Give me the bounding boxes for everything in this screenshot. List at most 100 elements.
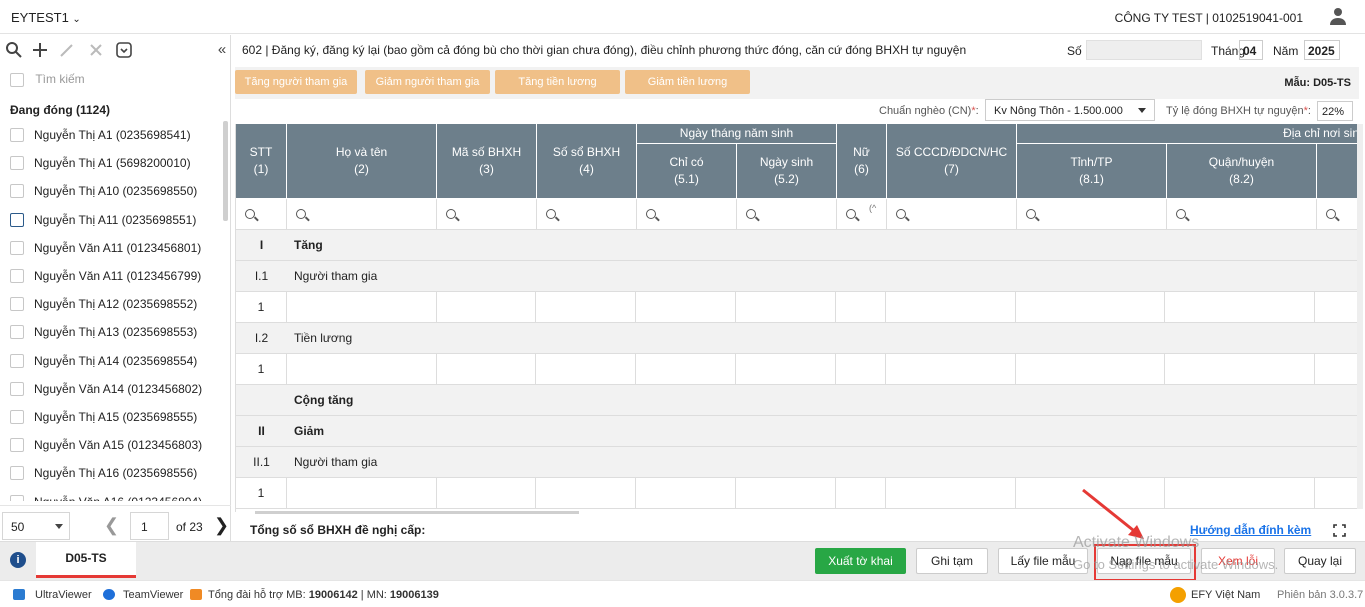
- filter-cell[interactable]: [1017, 199, 1167, 230]
- list-item[interactable]: Nguyễn Thị A10 (0235698550): [0, 177, 222, 205]
- info-icon[interactable]: i: [10, 552, 26, 568]
- table-cell[interactable]: [836, 292, 886, 322]
- table-cell[interactable]: [736, 292, 836, 322]
- filter-cell[interactable]: [637, 199, 737, 230]
- table-cell[interactable]: [886, 478, 1016, 508]
- page-size-select[interactable]: 50: [2, 512, 70, 540]
- table-row[interactable]: 1: [236, 292, 1359, 323]
- list-item[interactable]: Nguyễn Văn A16 (0123456804): [0, 487, 222, 501]
- filter-cell[interactable]: [537, 199, 637, 230]
- table-cell[interactable]: [1315, 478, 1359, 508]
- row-checkbox[interactable]: [10, 325, 24, 340]
- table-cell[interactable]: [836, 354, 886, 384]
- table-row[interactable]: I.2 Tiền lương: [236, 323, 1359, 354]
- guide-link[interactable]: Hướng dẫn đính kèm: [1190, 523, 1311, 537]
- table-cell[interactable]: [836, 478, 886, 508]
- row-checkbox[interactable]: [10, 128, 24, 143]
- table-cell[interactable]: [736, 478, 836, 508]
- table-cell[interactable]: [636, 354, 737, 384]
- filter-cell[interactable]: (^: [837, 199, 887, 230]
- list-item[interactable]: Nguyễn Thị A1 (0235698541): [0, 121, 222, 149]
- row-checkbox[interactable]: [10, 381, 24, 396]
- table-cell[interactable]: [1315, 354, 1359, 384]
- select-all-checkbox[interactable]: [10, 72, 24, 87]
- table-row[interactable]: I Tăng: [236, 230, 1359, 261]
- list-item[interactable]: Nguyễn Thị A1 (5698200010): [0, 149, 222, 177]
- add-participant-button[interactable]: Tăng người tham gia: [235, 70, 357, 94]
- table-cell[interactable]: [1016, 292, 1166, 322]
- table-cell[interactable]: [437, 292, 537, 322]
- table-row[interactable]: 1: [236, 478, 1359, 509]
- decrease-salary-button[interactable]: Giảm tiền lương: [625, 70, 750, 94]
- table-cell[interactable]: [536, 478, 637, 508]
- table-cell[interactable]: [886, 292, 1016, 322]
- table-cell[interactable]: [287, 478, 437, 508]
- user-icon[interactable]: [1328, 6, 1348, 26]
- so-input[interactable]: [1086, 40, 1202, 60]
- row-checkbox[interactable]: [10, 438, 24, 453]
- row-checkbox[interactable]: [10, 297, 24, 312]
- table-cell[interactable]: [1016, 354, 1166, 384]
- table-cell[interactable]: [736, 354, 836, 384]
- row-checkbox[interactable]: [10, 269, 24, 284]
- table-cell[interactable]: [437, 354, 537, 384]
- row-checkbox[interactable]: [10, 212, 24, 227]
- table-cell[interactable]: [1315, 292, 1359, 322]
- edit-icon[interactable]: [58, 41, 76, 59]
- save-draft-button[interactable]: Ghi tạm: [916, 548, 988, 574]
- horizontal-scrollbar[interactable]: [255, 511, 579, 514]
- thang-input[interactable]: 04: [1239, 40, 1263, 60]
- page-input[interactable]: 1: [130, 512, 169, 540]
- app-switcher[interactable]: EYTEST1 ⌄: [11, 10, 81, 25]
- list-item[interactable]: Nguyễn Văn A15 (0123456803): [0, 431, 222, 459]
- delete-icon[interactable]: [87, 41, 105, 59]
- table-row[interactable]: I.1 Người tham gia: [236, 261, 1359, 292]
- back-button[interactable]: Quay lại: [1284, 548, 1356, 574]
- increase-salary-button[interactable]: Tăng tiền lương: [495, 70, 620, 94]
- table-cell[interactable]: [287, 292, 437, 322]
- sidebar-search[interactable]: Tìm kiếm: [10, 72, 85, 90]
- next-page-icon[interactable]: ❯: [214, 516, 229, 534]
- search-icon[interactable]: [5, 41, 23, 59]
- list-item[interactable]: Nguyễn Thị A13 (0235698553): [0, 318, 222, 346]
- filter-cell[interactable]: [236, 199, 287, 230]
- row-checkbox[interactable]: [10, 494, 24, 501]
- dropdown-box-icon[interactable]: [115, 41, 133, 59]
- table-row[interactable]: II Giảm: [236, 416, 1359, 447]
- table-cell[interactable]: [536, 354, 637, 384]
- table-row[interactable]: Cộng tăng: [236, 385, 1359, 416]
- list-item[interactable]: Nguyễn Thị A16 (0235698556): [0, 459, 222, 487]
- tab-d05-ts[interactable]: D05-TS: [36, 542, 136, 578]
- table-cell[interactable]: [1165, 478, 1316, 508]
- table-cell[interactable]: [437, 478, 537, 508]
- row-checkbox[interactable]: [10, 353, 24, 368]
- list-item[interactable]: Nguyễn Văn A14 (0123456802): [0, 375, 222, 403]
- prev-page-icon[interactable]: ❮: [104, 516, 119, 534]
- filter-cell[interactable]: [1317, 199, 1359, 230]
- table-row[interactable]: 1: [236, 354, 1359, 385]
- table-row[interactable]: II.1 Người tham gia: [236, 447, 1359, 478]
- fullscreen-icon[interactable]: [1333, 524, 1346, 537]
- filter-cell[interactable]: [1167, 199, 1317, 230]
- nam-input[interactable]: 2025: [1304, 40, 1340, 60]
- sidebar-scrollbar[interactable]: [223, 121, 228, 221]
- row-checkbox[interactable]: [10, 409, 24, 424]
- row-checkbox[interactable]: [10, 466, 24, 481]
- list-item[interactable]: Nguyễn Thị A14 (0235698554): [0, 347, 222, 375]
- table-cell[interactable]: [1165, 292, 1316, 322]
- table-cell[interactable]: [636, 478, 737, 508]
- row-checkbox[interactable]: [10, 184, 24, 199]
- row-checkbox[interactable]: [10, 240, 24, 255]
- table-cell[interactable]: [1165, 354, 1316, 384]
- collapse-icon[interactable]: «: [213, 41, 231, 59]
- list-item[interactable]: Nguyễn Thị A12 (0235698552): [0, 290, 222, 318]
- list-item[interactable]: Nguyễn Văn A11 (0123456799): [0, 262, 222, 290]
- ultraviewer-label[interactable]: UltraViewer: [35, 589, 92, 601]
- teamviewer-label[interactable]: TeamViewer: [123, 589, 183, 601]
- add-icon[interactable]: [31, 41, 49, 59]
- table-cell[interactable]: [536, 292, 637, 322]
- filter-cell[interactable]: [437, 199, 537, 230]
- list-item[interactable]: Nguyễn Văn A11 (0123456801): [0, 234, 222, 262]
- tl-input[interactable]: 22%: [1317, 101, 1353, 121]
- vertical-scrollbar[interactable]: [1357, 124, 1363, 509]
